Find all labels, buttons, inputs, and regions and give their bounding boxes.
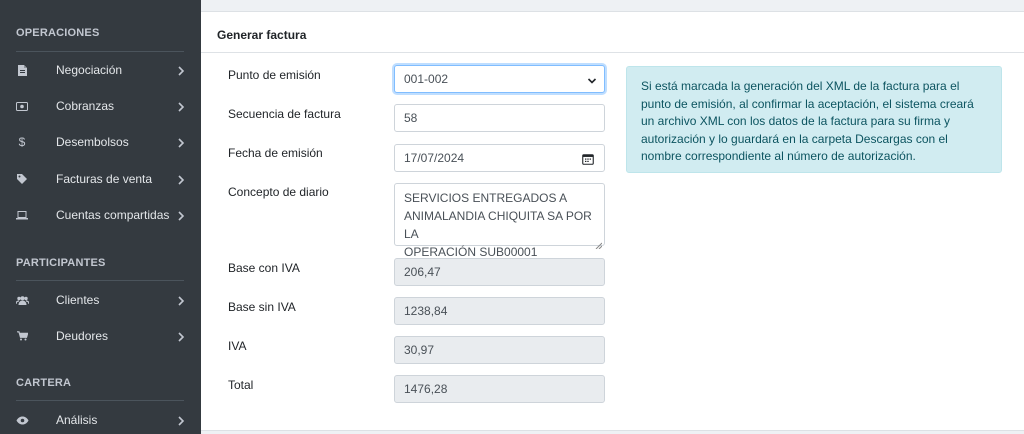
sidebar-item-label: Facturas de venta: [56, 172, 153, 186]
sidebar-item-label: Cuentas compartidas: [56, 208, 170, 222]
card-header: Generar factura: [201, 15, 1024, 53]
iva-label: IVA: [228, 339, 247, 353]
sidebar-item-cuentas-compartidas[interactable]: Cuentas compartidas: [0, 201, 201, 229]
calendar-icon[interactable]: [582, 153, 594, 165]
base-sin-iva-label: Base sin IVA: [228, 300, 296, 314]
iva-value: 30,97: [404, 343, 435, 357]
eye-icon: [15, 413, 29, 427]
sidebar-divider: [16, 400, 184, 401]
iva-field: 30,97: [394, 336, 605, 364]
sidebar-item-facturas-de-venta[interactable]: Facturas de venta: [0, 165, 201, 193]
secuencia-value: 58: [404, 111, 418, 125]
dollar-icon: $: [18, 135, 26, 149]
total-label: Total: [228, 378, 254, 392]
base-con-iva-value: 206,47: [404, 265, 441, 279]
chevron-right-icon: [176, 415, 186, 426]
concepto-textarea[interactable]: SERVICIOS ENTREGADOS A ANIMALANDIA CHIQU…: [394, 183, 605, 259]
sidebar-item-desembolsos[interactable]: $ Desembolsos: [0, 128, 201, 156]
file-icon: [15, 63, 29, 77]
sidebar-item-label: Negociación: [56, 63, 123, 77]
concepto-label: Concepto de diario: [228, 185, 329, 199]
chevron-right-icon: [176, 65, 186, 76]
punto-emision-value: 001-002: [404, 72, 449, 86]
chevron-right-icon: [176, 101, 186, 112]
sidebar-item-deudores[interactable]: Deudores: [0, 322, 201, 350]
sidebar-item-label: Clientes: [56, 293, 100, 307]
top-strip: [201, 0, 1024, 11]
info-alert: Si está marcada la generación del XML de…: [626, 66, 1002, 173]
sidebar-item-clientes[interactable]: Clientes: [0, 286, 201, 314]
sidebar-item-cobranzas[interactable]: Cobranzas: [0, 92, 201, 120]
chevron-right-icon: [176, 331, 186, 342]
sidebar-divider: [16, 280, 184, 281]
sidebar-item-label: Desembolsos: [56, 135, 129, 149]
concepto-line: SERVICIOS ENTREGADOS A: [404, 191, 568, 205]
total-value: 1476,28: [404, 382, 448, 396]
sidebar-item-negociacion[interactable]: Negociación: [0, 56, 201, 84]
fecha-label: Fecha de emisión: [228, 146, 323, 160]
chevron-right-icon: [176, 210, 186, 221]
punto-emision-select[interactable]: 001-002: [394, 65, 605, 93]
secuencia-label: Secuencia de factura: [228, 107, 341, 121]
sidebar-item-analisis[interactable]: Análisis: [0, 406, 201, 434]
sidebar-item-label: Deudores: [56, 329, 109, 343]
sidebar-item-label: Análisis: [56, 413, 98, 427]
laptop-icon: [15, 208, 29, 222]
users-icon: [15, 293, 29, 307]
sidebar-item-label: Cobranzas: [56, 99, 115, 113]
base-con-iva-field: 206,47: [394, 258, 605, 286]
chevron-right-icon: [176, 174, 186, 185]
card-title: Generar factura: [217, 28, 307, 42]
sidebar-section-operaciones: OPERACIONES: [16, 27, 100, 39]
sidebar-divider: [16, 51, 184, 52]
chevron-down-icon: [587, 75, 597, 85]
card-footer-edge: [201, 430, 1024, 434]
base-sin-iva-field: 1238,84: [394, 297, 605, 325]
tag-icon: [15, 172, 29, 186]
chevron-right-icon: [176, 137, 186, 148]
generar-factura-card: Generar factura Punto de emisión 001-002…: [201, 11, 1024, 434]
fecha-value: 17/07/2024: [404, 151, 465, 165]
resize-handle-icon[interactable]: [595, 236, 603, 250]
cart-icon: [15, 329, 29, 343]
sidebar: OPERACIONES Negociación Cobranzas $ Dese…: [0, 0, 201, 434]
base-sin-iva-value: 1238,84: [404, 304, 448, 318]
sidebar-section-participantes: PARTICIPANTES: [16, 257, 106, 269]
sidebar-section-cartera: CARTERA: [16, 377, 72, 389]
total-field: 1476,28: [394, 375, 605, 403]
base-con-iva-label: Base con IVA: [228, 261, 300, 275]
secuencia-input[interactable]: 58: [394, 104, 605, 132]
money-icon: [15, 99, 29, 113]
chevron-right-icon: [176, 295, 186, 306]
fecha-input[interactable]: 17/07/2024: [394, 144, 605, 172]
concepto-line: ANIMALANDIA CHIQUITA SA POR LA: [404, 209, 592, 241]
punto-emision-label: Punto de emisión: [228, 68, 321, 82]
